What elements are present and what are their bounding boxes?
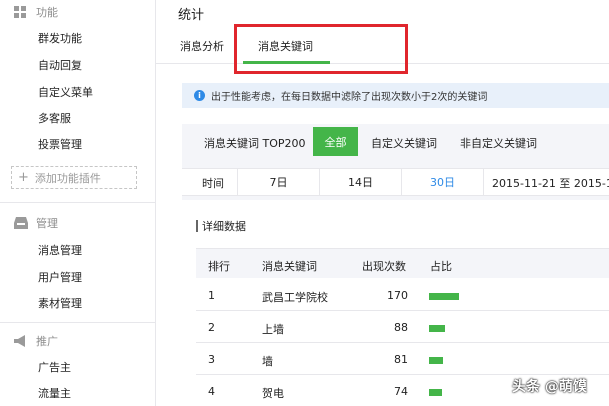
add-plugin-label: 添加功能插件 bbox=[34, 171, 101, 185]
filter-non-custom-keywords[interactable]: 非自定义关键词 bbox=[460, 135, 537, 151]
row-rank: 4 bbox=[208, 385, 215, 398]
row-count: 170 bbox=[387, 289, 408, 302]
filter-panel: 消息关键词 TOP200 全部 自定义关键词 非自定义关键词 时间 7日 14日… bbox=[182, 124, 609, 200]
sidebar-item-customer-service[interactable]: 多客服 bbox=[38, 110, 71, 126]
table-header: 排行 消息关键词 出现次数 占比 bbox=[196, 248, 609, 278]
ratio-bar bbox=[429, 325, 445, 332]
ratio-bar bbox=[429, 293, 459, 300]
row-count: 88 bbox=[394, 321, 408, 334]
plus-icon: + bbox=[18, 170, 29, 185]
page-title: 统计 bbox=[178, 8, 205, 23]
add-plugin-button[interactable]: + 添加功能插件 bbox=[11, 166, 137, 189]
sidebar-divider bbox=[0, 202, 156, 203]
sidebar-item-messages[interactable]: 消息管理 bbox=[38, 242, 82, 258]
grid-icon bbox=[14, 6, 28, 18]
highlight-annotation-box bbox=[234, 24, 408, 74]
inbox-icon bbox=[14, 217, 28, 229]
app-root: 功能 群发功能 自动回复 自定义菜单 多客服 投票管理 + 添加功能插件 管理 … bbox=[0, 0, 609, 406]
detail-title-text: 详细数据 bbox=[202, 220, 246, 233]
sidebar-item-auto-reply[interactable]: 自动回复 bbox=[38, 57, 82, 73]
row-count: 74 bbox=[394, 385, 408, 398]
ratio-bar bbox=[429, 357, 443, 364]
notice-banner: i 出于性能考虑，在每日数据中滤除了出现次数小于2次的关键词 bbox=[182, 83, 609, 108]
row-rank: 3 bbox=[208, 353, 215, 366]
watermark: 头条 @萌馍 bbox=[512, 379, 587, 395]
row-keyword: 贺电 bbox=[262, 387, 284, 400]
sidebar-item-advertiser[interactable]: 广告主 bbox=[38, 359, 71, 375]
header-rank: 排行 bbox=[208, 260, 230, 273]
filter-all-button[interactable]: 全部 bbox=[313, 127, 358, 156]
detail-section-title: 详细数据 bbox=[196, 218, 246, 234]
time-range-row: 时间 7日 14日 30日 2015-11-21 至 2015-12 bbox=[182, 168, 609, 196]
sidebar-section-features: 功能 bbox=[14, 4, 58, 20]
sidebar-item-custom-menu[interactable]: 自定义菜单 bbox=[38, 84, 93, 100]
header-ratio: 占比 bbox=[430, 260, 452, 273]
row-rank: 1 bbox=[208, 289, 215, 302]
header-count: 出现次数 bbox=[362, 260, 406, 273]
row-count: 81 bbox=[394, 353, 408, 366]
sidebar-section-title: 推广 bbox=[36, 335, 58, 348]
table-row: 2 上墙 88 bbox=[196, 311, 609, 343]
info-icon: i bbox=[194, 90, 205, 101]
time-label: 时间 bbox=[202, 177, 224, 190]
time-option-7d[interactable]: 7日 bbox=[237, 169, 320, 195]
sidebar-item-materials[interactable]: 素材管理 bbox=[38, 295, 82, 311]
sidebar-section-title: 管理 bbox=[36, 217, 58, 230]
sidebar-item-vote[interactable]: 投票管理 bbox=[38, 136, 82, 152]
notice-text: 出于性能考虑，在每日数据中滤除了出现次数小于2次的关键词 bbox=[211, 92, 488, 103]
time-option-14d[interactable]: 14日 bbox=[320, 169, 402, 195]
sidebar-item-mass-send[interactable]: 群发功能 bbox=[38, 30, 82, 46]
row-rank: 2 bbox=[208, 321, 215, 334]
table-row: 3 墙 81 bbox=[196, 343, 609, 375]
sidebar-divider bbox=[0, 322, 156, 323]
tab-message-analysis[interactable]: 消息分析 bbox=[180, 38, 224, 54]
sidebar: 功能 群发功能 自动回复 自定义菜单 多客服 投票管理 + 添加功能插件 管理 … bbox=[0, 0, 156, 406]
sidebar-item-publisher[interactable]: 流量主 bbox=[38, 385, 71, 401]
megaphone-icon bbox=[14, 335, 28, 347]
filter-custom-keywords[interactable]: 自定义关键词 bbox=[371, 135, 437, 151]
date-range[interactable]: 2015-11-21 至 2015-12 bbox=[492, 175, 609, 191]
time-option-30d[interactable]: 30日 bbox=[402, 169, 484, 195]
row-keyword: 上墙 bbox=[262, 323, 284, 336]
table-row: 1 武昌工学院校 170 bbox=[196, 279, 609, 311]
sidebar-section-manage: 管理 bbox=[14, 215, 58, 231]
section-marker bbox=[196, 220, 198, 232]
sidebar-item-users[interactable]: 用户管理 bbox=[38, 269, 82, 285]
filter-top200[interactable]: 消息关键词 TOP200 bbox=[204, 135, 306, 151]
row-keyword: 墙 bbox=[262, 355, 273, 368]
sidebar-section-title: 功能 bbox=[36, 6, 58, 19]
ratio-bar bbox=[429, 389, 442, 396]
row-keyword: 武昌工学院校 bbox=[262, 291, 328, 304]
sidebar-section-promote: 推广 bbox=[14, 333, 58, 349]
header-keyword: 消息关键词 bbox=[262, 260, 317, 273]
